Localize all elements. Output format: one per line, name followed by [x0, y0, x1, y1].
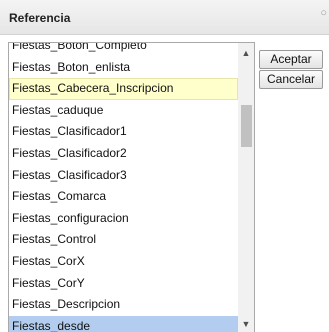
list-item[interactable]: Fiestas_configuracion	[9, 208, 238, 230]
list-item[interactable]: Fiestas_Control	[9, 229, 238, 251]
scroll-down-arrow-icon[interactable]: ▼	[238, 316, 254, 332]
vertical-scrollbar[interactable]: ▲ ▼	[238, 43, 254, 332]
accept-button[interactable]: Aceptar	[259, 50, 323, 69]
list-item[interactable]: Fiestas_CorY	[9, 273, 238, 295]
list-item[interactable]: Fiestas_Clasificador1	[9, 121, 238, 143]
list-item[interactable]: Fiestas_Boton_enlista	[9, 57, 238, 79]
scroll-up-arrow-icon[interactable]: ▲	[238, 45, 254, 61]
scrollbar-thumb[interactable]	[241, 105, 252, 147]
list-item-selected[interactable]: Fiestas_desde	[9, 315, 238, 332]
reference-listbox[interactable]: Fiestas_Boton_Completo Fiestas_Boton_enl…	[8, 42, 255, 332]
list-item[interactable]: Fiestas_Comarca	[9, 186, 238, 208]
dialog-titlebar: Referencia ○	[0, 0, 329, 35]
cancel-button[interactable]: Cancelar	[259, 70, 323, 89]
dialog-title: Referencia	[9, 11, 71, 25]
list-item[interactable]: Fiestas_Descripcion	[9, 294, 238, 316]
close-icon[interactable]: ○	[320, 7, 327, 19]
list-item[interactable]: Fiestas_CorX	[9, 251, 238, 273]
list-item[interactable]: Fiestas_caduque	[9, 100, 238, 122]
list-items: Fiestas_Boton_Completo Fiestas_Boton_enl…	[9, 43, 238, 332]
list-item-hovered[interactable]: Fiestas_Cabecera_Inscripcion	[9, 78, 238, 100]
reference-dialog: Referencia ○ Fiestas_Boton_Completo Fies…	[0, 0, 329, 332]
list-item[interactable]: Fiestas_Boton_Completo	[9, 43, 238, 57]
list-item[interactable]: Fiestas_Clasificador2	[9, 143, 238, 165]
list-item[interactable]: Fiestas_Clasificador3	[9, 165, 238, 187]
